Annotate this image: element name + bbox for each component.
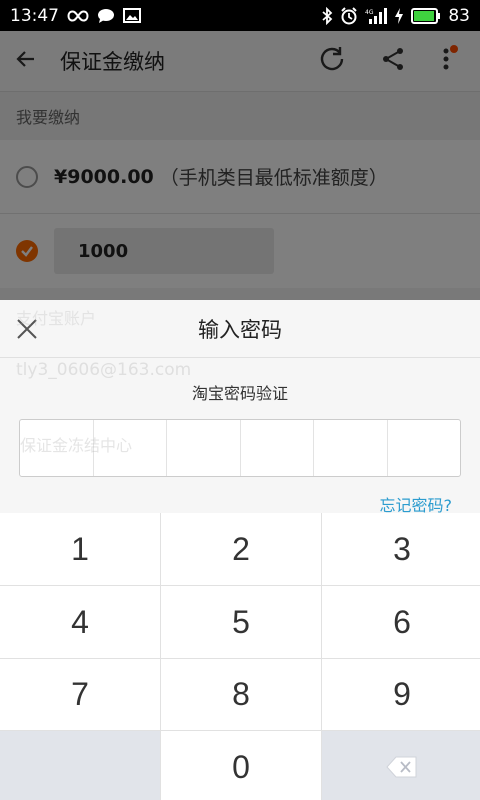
pin-cell <box>167 420 241 476</box>
password-input[interactable]: 保证金冻结中心 <box>19 419 461 477</box>
sheet-title: 输入密码 <box>198 317 282 342</box>
pin-cell <box>94 420 167 476</box>
key-6[interactable]: 6 <box>322 586 480 658</box>
battery-icon <box>411 7 441 24</box>
key-2[interactable]: 2 <box>161 513 321 585</box>
battery-level: 83 <box>448 5 470 26</box>
key-5[interactable]: 5 <box>161 586 321 658</box>
key-8[interactable]: 8 <box>161 659 321 730</box>
account-ghost: tly3_0606@163.com <box>16 360 192 380</box>
backspace-key[interactable] <box>322 731 480 800</box>
key-7[interactable]: 7 <box>0 659 160 730</box>
key-0[interactable]: 0 <box>161 731 321 800</box>
numeric-keypad: 1 2 3 4 5 6 7 8 9 0 <box>0 513 480 800</box>
pin-cell: 保证金冻结中心 <box>20 420 132 476</box>
key-4[interactable]: 4 <box>0 586 160 658</box>
status-bar: 13:47 4G 83 <box>0 0 480 31</box>
account-label-ghost: 支付宝账户 <box>16 309 97 328</box>
backspace-icon <box>386 756 417 778</box>
chat-bubble-icon <box>97 8 115 24</box>
svg-text:4G: 4G <box>365 9 374 16</box>
charging-icon <box>394 7 404 25</box>
key-blank <box>0 731 160 800</box>
signal-4g-icon: 4G <box>365 7 388 25</box>
bluetooth-icon <box>321 6 333 25</box>
key-1[interactable]: 1 <box>0 513 160 585</box>
pin-cell <box>388 420 461 476</box>
pin-cell <box>314 420 388 476</box>
image-icon <box>123 8 141 23</box>
status-time: 13:47 <box>10 5 59 26</box>
key-9[interactable]: 9 <box>322 659 480 730</box>
alarm-icon <box>340 6 358 25</box>
verify-subtitle: 淘宝密码验证 <box>191 384 288 403</box>
pin-cell <box>241 420 314 476</box>
key-3[interactable]: 3 <box>322 513 480 585</box>
infinity-icon <box>67 9 89 22</box>
